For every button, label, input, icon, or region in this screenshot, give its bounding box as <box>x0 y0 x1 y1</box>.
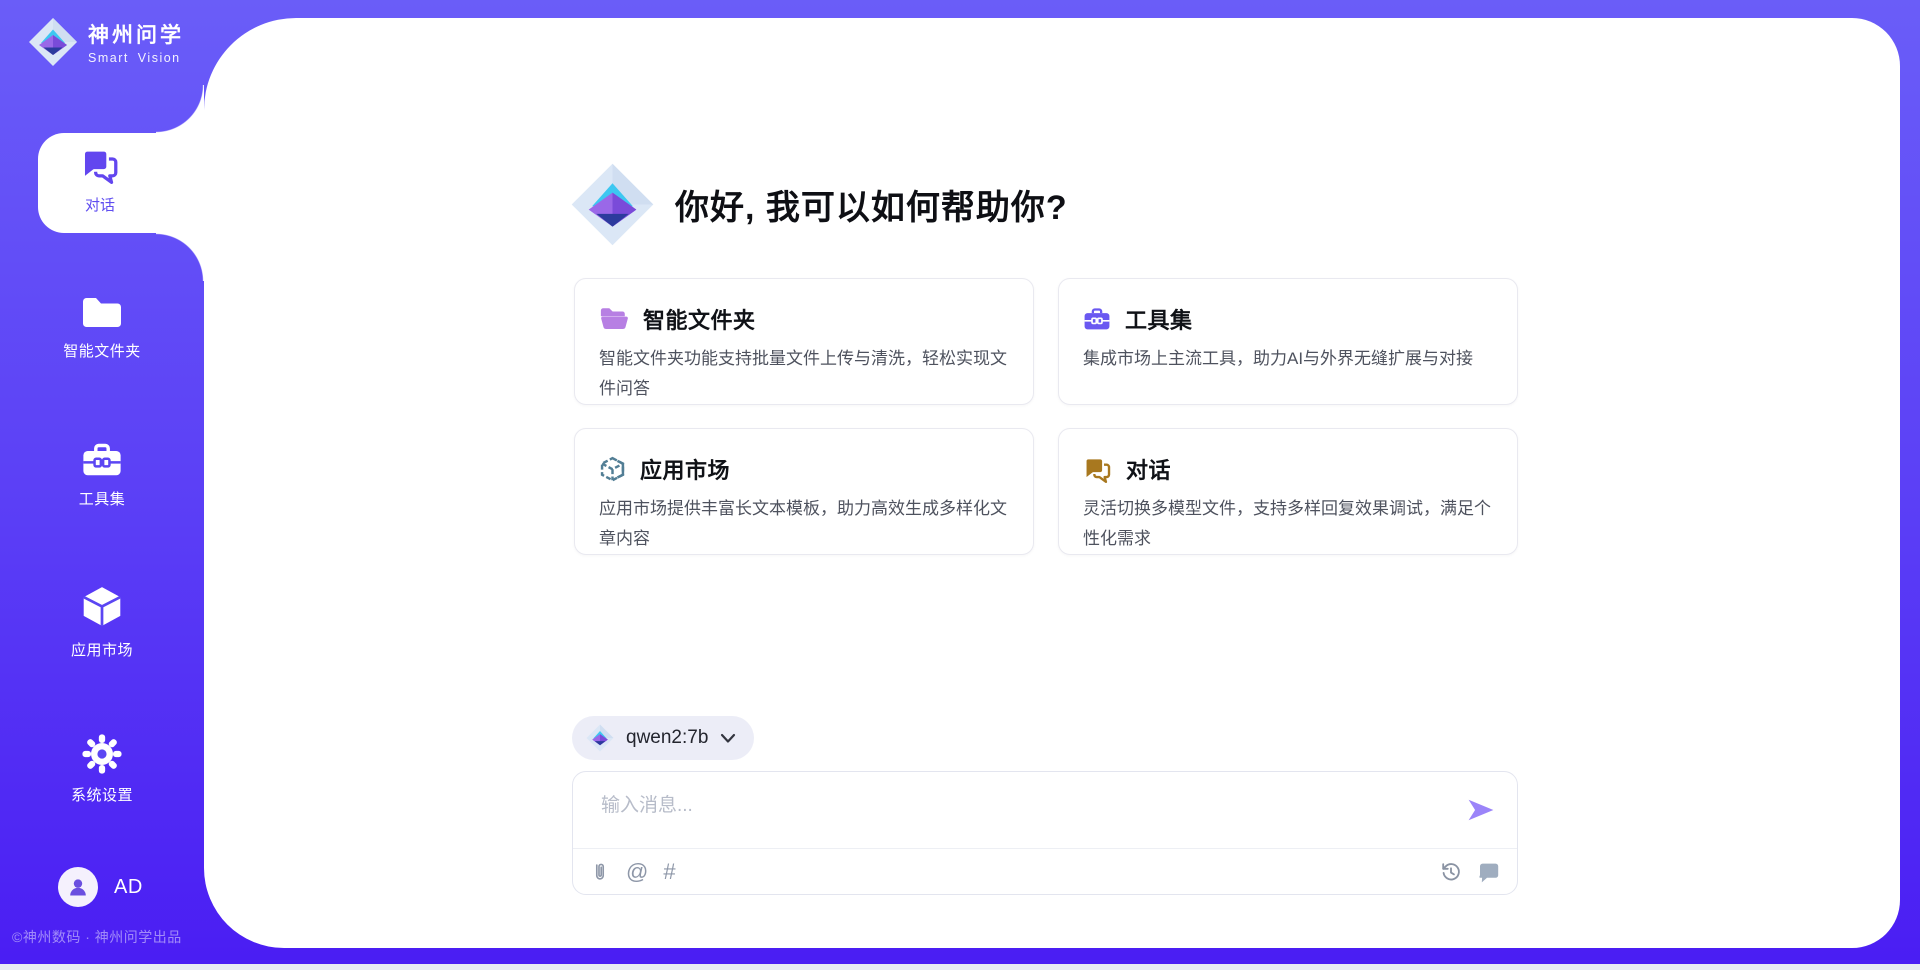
card-description: 集成市场上主流工具，助力AI与外界无缝扩展与对接 <box>1083 344 1493 374</box>
sidebar-item-toolset[interactable]: 工具集 <box>0 442 204 509</box>
card-title: 智能文件夹 <box>643 303 756 335</box>
greeting: 你好, 我可以如何帮助你? <box>570 162 1068 247</box>
brand-logo-icon <box>28 16 78 68</box>
brand-text: 神州问学 Smart Vision <box>88 19 184 65</box>
copyright: ©神州数码 · 神州问学出品 <box>12 927 182 947</box>
feature-card-chat[interactable]: 对话 灵活切换多模型文件，支持多样回复效果调试，满足个性化需求 <box>1058 428 1518 555</box>
toolbox-icon <box>81 442 123 479</box>
sidebar-item-label: 应用市场 <box>71 639 133 660</box>
sidebar-item-label: 对话 <box>38 194 162 215</box>
user-initials: AD <box>114 876 143 899</box>
model-name: qwen2:7b <box>626 727 708 749</box>
brand-subtitle: Smart Vision <box>88 51 184 65</box>
sidebar-item-label: 系统设置 <box>71 784 133 805</box>
sidebar-item-smart-folder[interactable]: 智能文件夹 <box>0 294 204 361</box>
topic-button[interactable]: # <box>663 861 675 883</box>
sidebar-item-app-market[interactable]: 应用市场 <box>0 584 204 660</box>
tab-curve-bottom <box>156 233 204 281</box>
card-description: 智能文件夹功能支持批量文件上传与清洗，轻松实现文件问答 <box>599 344 1009 404</box>
person-icon <box>66 875 90 899</box>
history-button[interactable] <box>1440 861 1462 883</box>
composer-toolbar: @ # <box>589 849 1501 895</box>
sidebar-item-chat[interactable]: 对话 <box>38 133 204 233</box>
feature-cards: 智能文件夹 智能文件夹功能支持批量文件上传与清洗，轻松实现文件问答 工具集 集成… <box>574 278 1518 555</box>
feature-card-app-market[interactable]: 应用市场 应用市场提供丰富长文本模板，助力高效生成多样化文章内容 <box>574 428 1034 555</box>
chevron-down-icon <box>720 732 736 744</box>
folder-icon <box>80 294 124 331</box>
at-icon: @ <box>626 861 648 883</box>
brand-name: 神州问学 <box>88 19 184 49</box>
feature-card-toolset[interactable]: 工具集 集成市场上主流工具，助力AI与外界无缝扩展与对接 <box>1058 278 1518 405</box>
comment-icon <box>1477 861 1501 883</box>
card-title: 应用市场 <box>640 453 730 485</box>
attach-button[interactable] <box>589 860 611 884</box>
user-profile[interactable]: AD <box>58 867 143 907</box>
card-title: 对话 <box>1126 453 1171 485</box>
greeting-logo-icon <box>570 162 655 247</box>
paperclip-icon <box>589 860 611 884</box>
folder-open-icon <box>599 306 629 332</box>
card-description: 应用市场提供丰富长文本模板，助力高效生成多样化文章内容 <box>599 494 1009 554</box>
page-bottom-strip <box>0 964 1920 970</box>
card-title: 工具集 <box>1125 303 1193 335</box>
greeting-title: 你好, 我可以如何帮助你? <box>675 180 1068 229</box>
feature-card-smart-folder[interactable]: 智能文件夹 智能文件夹功能支持批量文件上传与清洗，轻松实现文件问答 <box>574 278 1034 405</box>
card-description: 灵活切换多模型文件，支持多样回复效果调试，满足个性化需求 <box>1083 494 1493 554</box>
gear-icon <box>81 733 123 775</box>
sidebar: 神州问学 Smart Vision 对话 智能文件夹 工具集 <box>0 0 204 970</box>
sidebar-item-label: 工具集 <box>79 488 126 509</box>
sidebar-item-settings[interactable]: 系统设置 <box>0 733 204 805</box>
sidebar-item-label: 智能文件夹 <box>63 340 141 361</box>
mention-button[interactable]: @ <box>626 861 648 883</box>
model-selector[interactable]: qwen2:7b <box>572 716 754 760</box>
cube-icon <box>79 584 125 630</box>
send-button[interactable] <box>1467 798 1495 822</box>
send-icon <box>1467 798 1495 822</box>
brand: 神州问学 Smart Vision <box>28 16 184 68</box>
brand-diamond-icon <box>586 724 614 752</box>
avatar <box>58 867 98 907</box>
chat-icon <box>80 147 120 184</box>
message-input[interactable] <box>601 785 1401 827</box>
composer: @ # <box>572 771 1518 895</box>
app: 神州问学 Smart Vision 对话 智能文件夹 工具集 <box>0 0 1920 970</box>
history-icon <box>1440 861 1462 883</box>
feedback-button[interactable] <box>1477 861 1501 883</box>
toolbox-icon <box>1083 307 1111 332</box>
cube-grid-icon <box>599 456 626 483</box>
chat-icon <box>1083 456 1112 483</box>
hash-icon: # <box>663 861 675 883</box>
tab-curve-top <box>156 85 204 133</box>
